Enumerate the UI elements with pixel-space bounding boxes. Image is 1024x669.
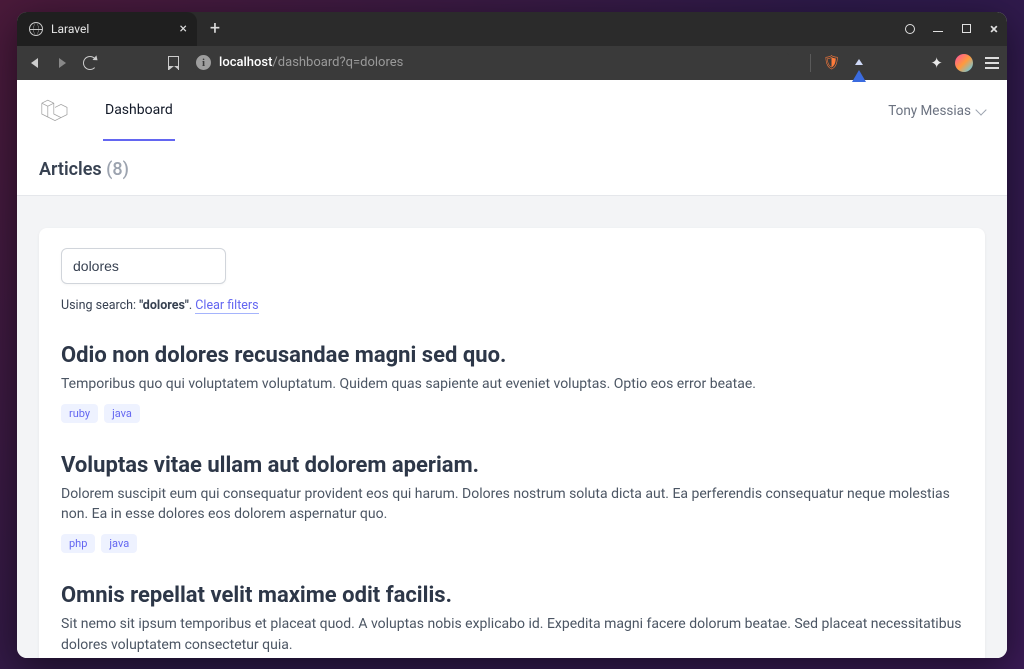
- new-tab-button[interactable]: +: [201, 15, 229, 43]
- bookmark-icon[interactable]: [164, 56, 182, 70]
- brave-rewards-icon[interactable]: [852, 55, 866, 70]
- nav-reload-button[interactable]: [81, 56, 99, 70]
- laravel-logo-icon[interactable]: [39, 95, 71, 127]
- app-header: Dashboard Tony Messias: [17, 80, 1007, 144]
- article-item: Omnis repellat velit maxime odit facilis…: [61, 583, 963, 657]
- article-count: (8): [106, 159, 129, 180]
- window-minimize-icon[interactable]: [931, 22, 945, 36]
- nav-dashboard[interactable]: Dashboard: [103, 81, 175, 141]
- article-title[interactable]: Voluptas vitae ullam aut dolorem aperiam…: [61, 453, 963, 478]
- article-body: Temporibus quo qui voluptatem voluptatum…: [61, 374, 963, 394]
- titlebar: Laravel × + ×: [17, 12, 1007, 46]
- chevron-down-icon: [975, 104, 986, 115]
- article-title[interactable]: Omnis repellat velit maxime odit facilis…: [61, 583, 963, 608]
- nav-forward-button[interactable]: [53, 58, 71, 68]
- main-container: Using search: "dolores". Clear filters O…: [17, 196, 1007, 658]
- article-title[interactable]: Odio non dolores recusandae magni sed qu…: [61, 343, 963, 368]
- article-tags: phpjava: [61, 534, 963, 553]
- url-text: localhost/dashboard?q=dolores: [219, 55, 403, 70]
- brave-shield-icon[interactable]: 🛡: [823, 55, 841, 71]
- page-title-text: Articles: [39, 159, 102, 180]
- extensions-icon[interactable]: ✦: [930, 54, 943, 72]
- nav-back-button[interactable]: [25, 58, 43, 68]
- article-body: Sit nemo sit ipsum temporibus et placeat…: [61, 614, 963, 655]
- tag[interactable]: java: [104, 404, 140, 423]
- tab-close-icon[interactable]: ×: [180, 22, 187, 36]
- page-subheader: Articles (8): [17, 144, 1007, 196]
- articles-list: Odio non dolores recusandae magni sed qu…: [61, 343, 963, 658]
- globe-icon: [29, 22, 43, 36]
- tab-title: Laravel: [51, 22, 89, 36]
- window-close-icon[interactable]: ×: [987, 22, 1001, 36]
- articles-card: Using search: "dolores". Clear filters O…: [39, 228, 985, 658]
- tag[interactable]: java: [101, 534, 137, 553]
- search-status-prefix: Using search:: [61, 298, 139, 313]
- user-name: Tony Messias: [888, 103, 971, 119]
- window-maximize-icon[interactable]: [959, 22, 973, 36]
- url-host: localhost: [219, 55, 272, 70]
- separator: [810, 54, 811, 72]
- search-input[interactable]: [61, 248, 226, 284]
- article-body: Dolorem suscipit eum qui consequatur pro…: [61, 484, 963, 525]
- search-status: Using search: "dolores". Clear filters: [61, 298, 963, 313]
- window-controls: ×: [903, 12, 1001, 46]
- url-field[interactable]: i localhost/dashboard?q=dolores: [192, 50, 792, 76]
- profile-avatar-icon[interactable]: [955, 54, 973, 72]
- article-item: Odio non dolores recusandae magni sed qu…: [61, 343, 963, 423]
- window-pin-icon[interactable]: [903, 22, 917, 36]
- site-info-icon[interactable]: i: [196, 55, 211, 70]
- browser-tab[interactable]: Laravel ×: [17, 12, 197, 46]
- url-path: /dashboard?q=dolores: [272, 55, 403, 70]
- article-tags: ruby java: [61, 404, 963, 423]
- user-menu[interactable]: Tony Messias: [888, 103, 985, 119]
- browser-window: Laravel × + × i localhost/dashboard?q=do…: [17, 12, 1007, 658]
- url-bar: i localhost/dashboard?q=dolores 🛡 ✦: [17, 46, 1007, 80]
- clear-filters-link[interactable]: Clear filters: [195, 298, 258, 314]
- article-item: Voluptas vitae ullam aut dolorem aperiam…: [61, 453, 963, 554]
- page-title: Articles (8): [39, 159, 985, 180]
- tag[interactable]: php: [61, 534, 95, 553]
- search-status-query: "dolores": [139, 298, 189, 313]
- toolbar-right: 🛡 ✦: [810, 54, 999, 72]
- app-viewport: Dashboard Tony Messias Articles (8) Usin…: [17, 80, 1007, 658]
- tag[interactable]: ruby: [61, 404, 98, 423]
- browser-menu-icon[interactable]: [985, 57, 999, 69]
